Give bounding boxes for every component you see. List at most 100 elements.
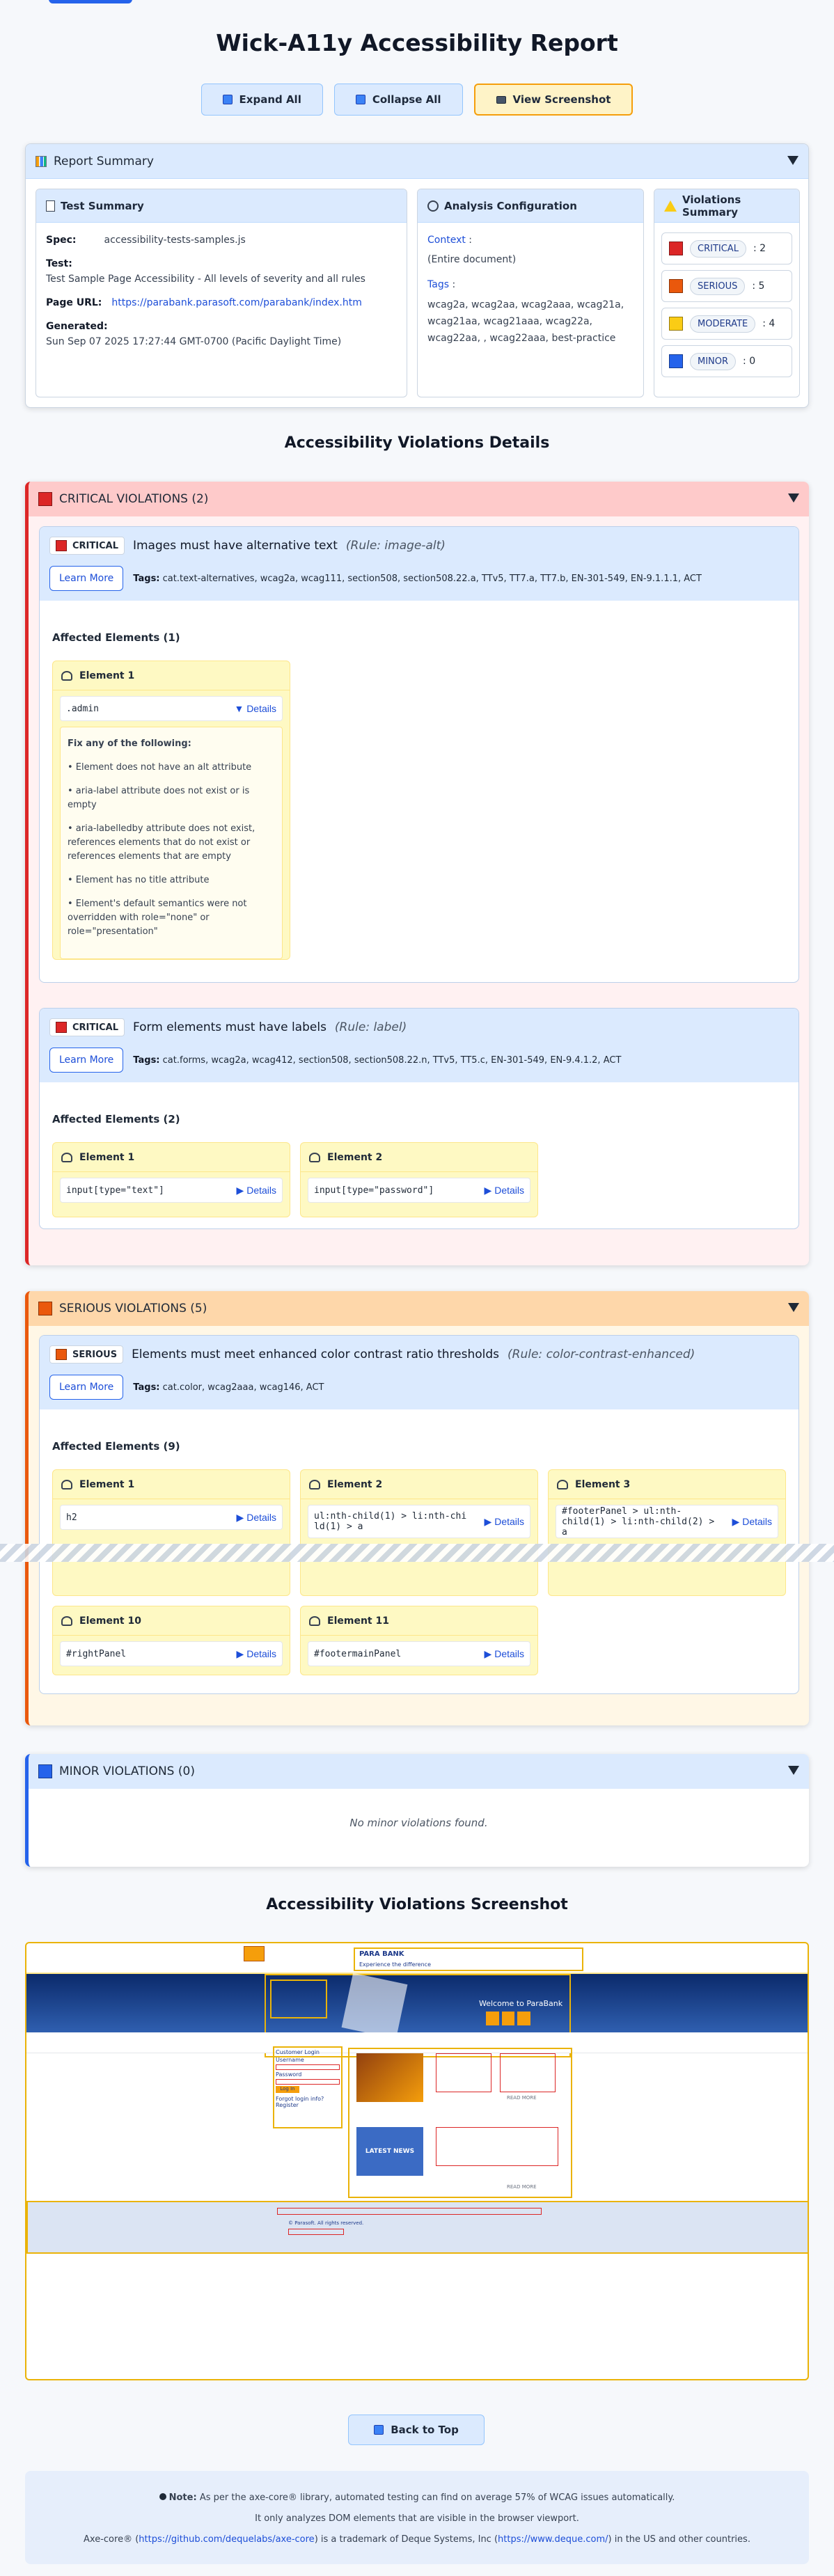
learn-more-button[interactable]: Learn More [49, 1048, 124, 1073]
affected-elements-title: Affected Elements (1) [52, 631, 180, 644]
test-summary-title: Test Summary [61, 199, 144, 212]
affected-elements-title: Affected Elements (9) [52, 1440, 180, 1453]
details-toggle[interactable]: ▼ Details [234, 703, 276, 714]
affected-element-card: Element 11 #footermainPanel ▶ Details [300, 1606, 538, 1675]
element-icon [309, 1152, 320, 1162]
violations-details-title: Accessibility Violations Details [284, 434, 550, 452]
element-title: Element 2 [327, 1478, 383, 1490]
collapse-icon [355, 95, 365, 104]
affected-elements-title: Affected Elements (2) [52, 1113, 180, 1125]
moderate-count-row[interactable]: MODERATE : 4 [661, 308, 792, 340]
collapse-all-button[interactable]: Collapse All [333, 84, 463, 116]
rule-name: Images must have alternative text [132, 539, 338, 553]
rule-tags: cat.text-alternatives, wcag2a, wcag111, … [162, 573, 702, 584]
element-selector: h2 ▶ Details [60, 1505, 283, 1530]
minor-violations-section: MINOR VIOLATIONS (0) No minor violations… [25, 1754, 809, 1867]
violations-screenshot[interactable]: PARA BANK Experience the difference Welc… [25, 1942, 809, 2380]
footer-note: Note: As per the axe-core® library, auto… [25, 2471, 809, 2564]
tags-label: Tags: [133, 1054, 160, 1066]
affected-element-card: Element 3 #footerPanel > ul:nth-child(1)… [548, 1469, 786, 1596]
page-url-link[interactable]: https://parabank.parasoft.com/parabank/i… [111, 295, 362, 310]
context-label[interactable]: Context [427, 235, 466, 246]
note-label: Note: [168, 2492, 197, 2503]
collapse-caret-icon[interactable] [788, 1303, 799, 1312]
back-to-top-button[interactable]: Back to Top [348, 2415, 485, 2445]
axe-core-link[interactable]: https://github.com/dequelabs/axe-core [139, 2534, 314, 2545]
fix-item: • Element's default semantics were not o… [68, 899, 247, 937]
fix-item: • Element has no title attribute [68, 875, 210, 885]
element-icon [557, 1479, 568, 1490]
critical-count-row[interactable]: CRITICAL: 2 [661, 232, 792, 264]
details-toggle[interactable]: ▶ Details [485, 1648, 524, 1660]
serious-color-icon [38, 1302, 52, 1315]
element-icon [61, 1615, 72, 1626]
critical-violations-header[interactable]: CRITICAL VIOLATIONS (2) [29, 482, 809, 516]
note-line-2: It only analyzes DOM elements that are v… [255, 2513, 579, 2524]
arrow-up-icon [374, 2425, 384, 2435]
rule-name: Form elements must have labels [132, 1020, 326, 1034]
footer-links [277, 2208, 542, 2215]
top-edge-button[interactable] [49, 0, 132, 3]
learn-more-button[interactable]: Learn More [49, 1375, 124, 1400]
moderate-count: : 4 [762, 318, 776, 329]
violations-summary-panel: Violations Summary CRITICAL: 2 SERIOUS: … [654, 189, 800, 397]
collapse-caret-icon[interactable] [788, 1766, 799, 1775]
test-label: Test: [46, 258, 72, 269]
report-summary-title: Report Summary [54, 154, 154, 168]
critical-count: : 2 [753, 243, 766, 254]
rule-label: CRITICAL Form elements must have labels … [39, 1008, 799, 1229]
test-value: Test Sample Page Accessibility - All lev… [46, 274, 365, 285]
details-toggle[interactable]: ▶ Details [732, 1516, 772, 1528]
severity-badge: CRITICAL [49, 537, 125, 555]
serious-count-row[interactable]: SERIOUS: 5 [661, 270, 792, 302]
analysis-config-panel: Analysis Configuration Context : (Entire… [417, 189, 644, 397]
serious-violations-header[interactable]: SERIOUS VIOLATIONS (5) [29, 1291, 809, 1326]
rule-color-contrast-enhanced: SERIOUS Elements must meet enhanced colo… [39, 1335, 799, 1694]
rule-tags: cat.forms, wcag2a, wcag412, section508, … [162, 1054, 622, 1066]
learn-more-button[interactable]: Learn More [49, 566, 124, 591]
affected-element-card: Element 10 #rightPanel ▶ Details [52, 1606, 290, 1675]
serious-violations-title: SERIOUS VIOLATIONS (5) [59, 1302, 207, 1315]
view-screenshot-button[interactable]: View Screenshot [473, 84, 634, 116]
generated-value: Sun Sep 07 2025 17:27:44 GMT-0700 (Pacif… [46, 336, 342, 347]
report-summary-header[interactable]: Report Summary [26, 144, 808, 179]
camera-icon [496, 95, 506, 104]
collapse-caret-icon[interactable] [788, 493, 799, 503]
page-url-label: Page URL: [46, 297, 102, 308]
read-more-link: READ MORE [507, 2184, 537, 2190]
expand-all-button[interactable]: Expand All [200, 84, 323, 116]
minor-violations-header[interactable]: MINOR VIOLATIONS (0) [29, 1754, 809, 1789]
admin-icon [244, 1946, 265, 1961]
page-break-divider [0, 1544, 834, 1562]
element-selector: #footerPanel > ul:nth-child(1) > li:nth-… [556, 1505, 778, 1538]
services-image [356, 2053, 423, 2102]
minor-violations-title: MINOR VIOLATIONS (0) [59, 1764, 195, 1778]
details-toggle[interactable]: ▶ Details [485, 1185, 524, 1196]
expand-icon [222, 95, 233, 104]
affected-element-card: Element 1 h2 ▶ Details [52, 1469, 290, 1596]
element-title: Element 1 [79, 1151, 135, 1163]
moderate-label: MODERATE [690, 315, 756, 333]
collapse-caret-icon[interactable] [787, 156, 798, 165]
element-title: Element 3 [575, 1478, 631, 1490]
element-icon [61, 1479, 72, 1490]
details-toggle[interactable]: ▶ Details [485, 1516, 524, 1528]
tags-label: Tags: [133, 1382, 160, 1393]
no-violations-message: No minor violations found. [349, 1817, 488, 1829]
services-list-2 [500, 2053, 556, 2092]
minor-count: : 0 [743, 356, 756, 367]
minor-count-row[interactable]: MINOR: 0 [661, 345, 792, 377]
chart-icon [36, 155, 47, 167]
report-summary-card: Report Summary Test Summary Spec: accessi… [25, 143, 809, 408]
warning-icon [664, 200, 677, 212]
details-toggle[interactable]: ▶ Details [237, 1512, 276, 1524]
deque-link[interactable]: https://www.deque.com/ [498, 2534, 608, 2545]
details-toggle[interactable]: ▶ Details [237, 1185, 276, 1196]
details-toggle[interactable]: ▶ Details [237, 1648, 276, 1660]
welcome-text: Welcome to ParaBank [479, 1999, 563, 2008]
tags-label[interactable]: Tags [427, 279, 449, 290]
login-panel: Customer Login Username Password Log In … [273, 2046, 343, 2128]
footer-link [288, 2229, 344, 2235]
element-title: Element 1 [79, 1478, 135, 1490]
critical-color-icon [669, 242, 683, 255]
